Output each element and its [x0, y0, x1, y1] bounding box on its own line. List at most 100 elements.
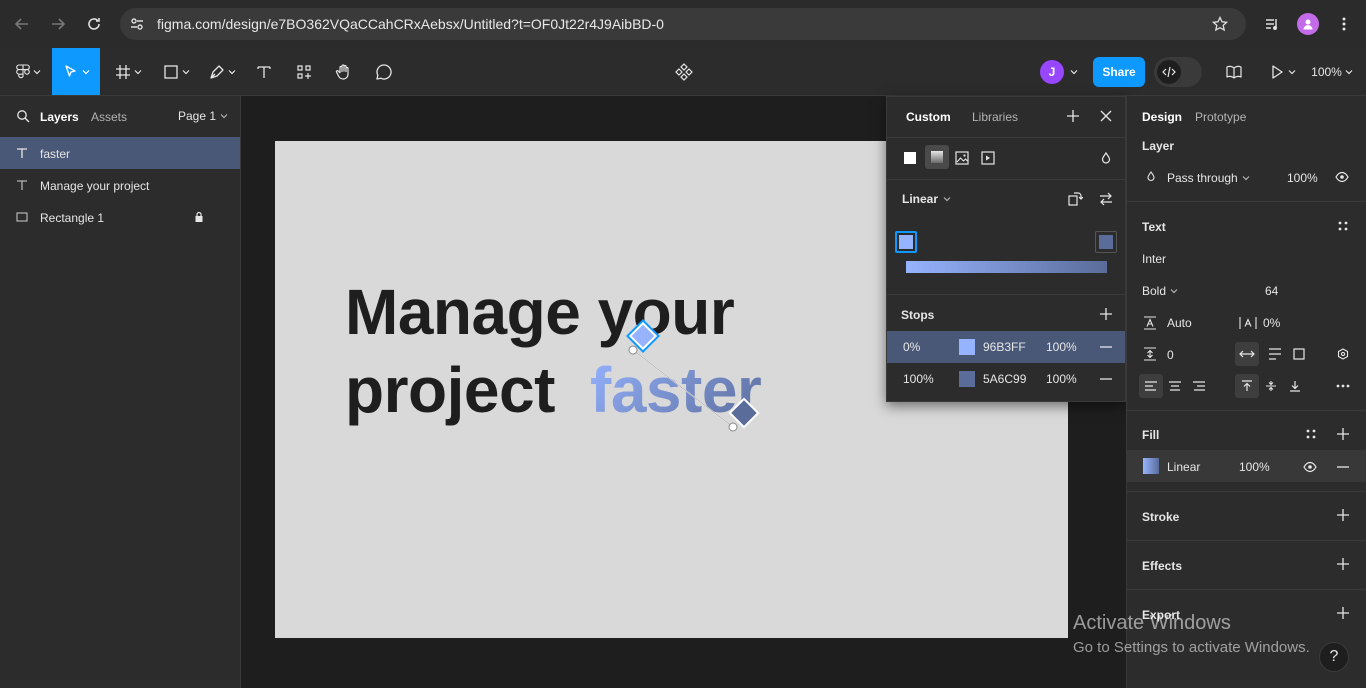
search-icon[interactable]: [16, 109, 30, 123]
fill-type[interactable]: Linear: [1167, 460, 1200, 474]
solid-fill-icon[interactable]: [903, 151, 917, 165]
align-center-icon[interactable]: [1163, 374, 1187, 398]
layer-row-manage-your-project[interactable]: Manage your project: [0, 169, 240, 201]
main-menu-button[interactable]: [8, 48, 48, 95]
url-text[interactable]: figma.com/design/e7BO362VQaCCahCRxAebsx/…: [157, 16, 664, 32]
remove-stop-icon: [1100, 346, 1112, 348]
image-fill-icon[interactable]: [955, 151, 969, 165]
site-settings-icon[interactable]: [129, 16, 145, 32]
font-weight-label: Bold: [1142, 284, 1167, 298]
stop-position[interactable]: 100%: [903, 372, 934, 386]
back-arrow-icon[interactable]: [10, 12, 34, 36]
text-tool-button[interactable]: [250, 48, 278, 95]
bookmark-star-icon[interactable]: [1212, 16, 1228, 32]
hand-tool-button[interactable]: [330, 48, 358, 95]
align-middle-icon[interactable]: [1259, 374, 1283, 398]
shape-tool-button[interactable]: [156, 48, 196, 95]
pen-icon: [209, 64, 224, 79]
flip-gradient-icon[interactable]: [1098, 191, 1114, 207]
add-effect-icon: [1337, 558, 1349, 570]
share-button[interactable]: Share: [1093, 57, 1145, 87]
play-icon: [1271, 64, 1283, 79]
rotate-gradient-icon[interactable]: [1067, 191, 1083, 207]
layer-row-rectangle-1[interactable]: Rectangle 1: [0, 201, 240, 233]
resources-tool-button[interactable]: [290, 48, 318, 95]
tab-design[interactable]: Design: [1142, 110, 1182, 124]
tab-assets[interactable]: Assets: [91, 110, 127, 124]
components-button[interactable]: [670, 48, 698, 95]
pen-tool-button[interactable]: [202, 48, 242, 95]
fill-opacity[interactable]: 100%: [1239, 460, 1270, 474]
browser-bar: figma.com/design/e7BO362VQaCCahCRxAebsx/…: [0, 0, 1366, 48]
resources-icon: [297, 64, 311, 79]
dev-mode-toggle[interactable]: [1154, 57, 1202, 87]
paragraph-spacing-input[interactable]: 0: [1167, 348, 1174, 362]
stop-hex[interactable]: 5A6C99: [983, 372, 1026, 386]
chevron-down-icon: [943, 197, 951, 202]
page-selector[interactable]: Page 1: [178, 109, 228, 123]
multiplayer-avatar-button[interactable]: J: [1034, 48, 1084, 95]
layer-opacity[interactable]: 100%: [1287, 171, 1318, 185]
browser-menu-icon[interactable]: [1332, 12, 1356, 36]
font-family-dropdown[interactable]: Inter: [1142, 252, 1166, 266]
gradient-stop-1-swatch[interactable]: [1095, 231, 1117, 253]
stop-color-swatch[interactable]: [959, 339, 975, 355]
align-bottom-icon[interactable]: [1283, 374, 1307, 398]
gradient-stop-0-swatch[interactable]: [895, 231, 917, 253]
align-left-icon[interactable]: [1139, 374, 1163, 398]
library-button[interactable]: [1220, 48, 1248, 95]
add-stop-icon[interactable]: [1099, 307, 1113, 321]
align-right-icon[interactable]: [1187, 374, 1211, 398]
tab-prototype[interactable]: Prototype: [1195, 110, 1246, 124]
text-settings-icon[interactable]: [1331, 342, 1355, 366]
media-control-icon[interactable]: [1260, 12, 1284, 36]
stop-opacity[interactable]: 100%: [1046, 372, 1077, 386]
layer-row-faster[interactable]: faster: [0, 137, 240, 169]
component-diamond-icon: [675, 62, 693, 81]
stop-hex[interactable]: 96B3FF: [983, 340, 1026, 354]
fixed-size-icon[interactable]: [1287, 342, 1311, 366]
stop-position[interactable]: 0%: [903, 340, 920, 354]
tab-layers[interactable]: Layers: [40, 110, 79, 124]
present-button[interactable]: [1262, 48, 1302, 95]
fill-row[interactable]: Linear 100%: [1127, 450, 1366, 482]
gradient-bar[interactable]: [906, 261, 1107, 273]
zoom-dropdown[interactable]: 100%: [1306, 48, 1358, 95]
font-size-input[interactable]: 64: [1265, 284, 1278, 298]
auto-height-icon[interactable]: [1263, 342, 1287, 366]
add-style-icon[interactable]: [1066, 109, 1080, 123]
blend-mode-dropdown[interactable]: Pass through: [1167, 171, 1250, 185]
align-top-icon[interactable]: [1235, 374, 1259, 398]
forward-arrow-icon[interactable]: [46, 12, 70, 36]
letter-spacing-input[interactable]: 0%: [1263, 316, 1280, 330]
gradient-type-dropdown[interactable]: Linear: [902, 192, 951, 206]
font-weight-dropdown[interactable]: Bold: [1142, 284, 1178, 298]
chevron-down-icon: [1170, 289, 1178, 294]
reload-icon[interactable]: [82, 12, 106, 36]
frame-tool-button[interactable]: [108, 48, 148, 95]
more-options-icon[interactable]: [1331, 374, 1355, 398]
move-tool-button[interactable]: [52, 48, 100, 95]
profile-avatar-icon[interactable]: [1296, 12, 1320, 36]
blend-drop-icon[interactable]: [1099, 151, 1113, 165]
tab-custom[interactable]: Custom: [906, 110, 951, 124]
stop-row-1[interactable]: 100% 5A6C99 100%: [887, 363, 1125, 395]
tab-libraries[interactable]: Libraries: [972, 110, 1018, 124]
fill-swatch[interactable]: [1143, 458, 1159, 474]
video-fill-icon[interactable]: [981, 151, 995, 165]
line-height-input[interactable]: Auto: [1167, 316, 1192, 330]
book-icon: [1226, 65, 1242, 79]
stops-label: Stops: [901, 308, 935, 322]
gradient-fill-icon[interactable]: [925, 145, 949, 169]
comment-tool-button[interactable]: [370, 48, 398, 95]
help-button[interactable]: ?: [1319, 642, 1349, 672]
auto-width-icon[interactable]: [1235, 342, 1259, 366]
close-icon[interactable]: [1099, 109, 1113, 123]
fill-styles-grid-icon: [1306, 429, 1316, 439]
stop-opacity[interactable]: 100%: [1046, 340, 1077, 354]
stop-color-swatch[interactable]: [959, 371, 975, 387]
stop-row-0[interactable]: 0% 96B3FF 100%: [887, 331, 1125, 363]
chevron-down-icon: [1242, 176, 1250, 181]
address-bar[interactable]: figma.com/design/e7BO362VQaCCahCRxAebsx/…: [120, 8, 1246, 40]
paragraph-spacing-icon: [1144, 347, 1156, 361]
